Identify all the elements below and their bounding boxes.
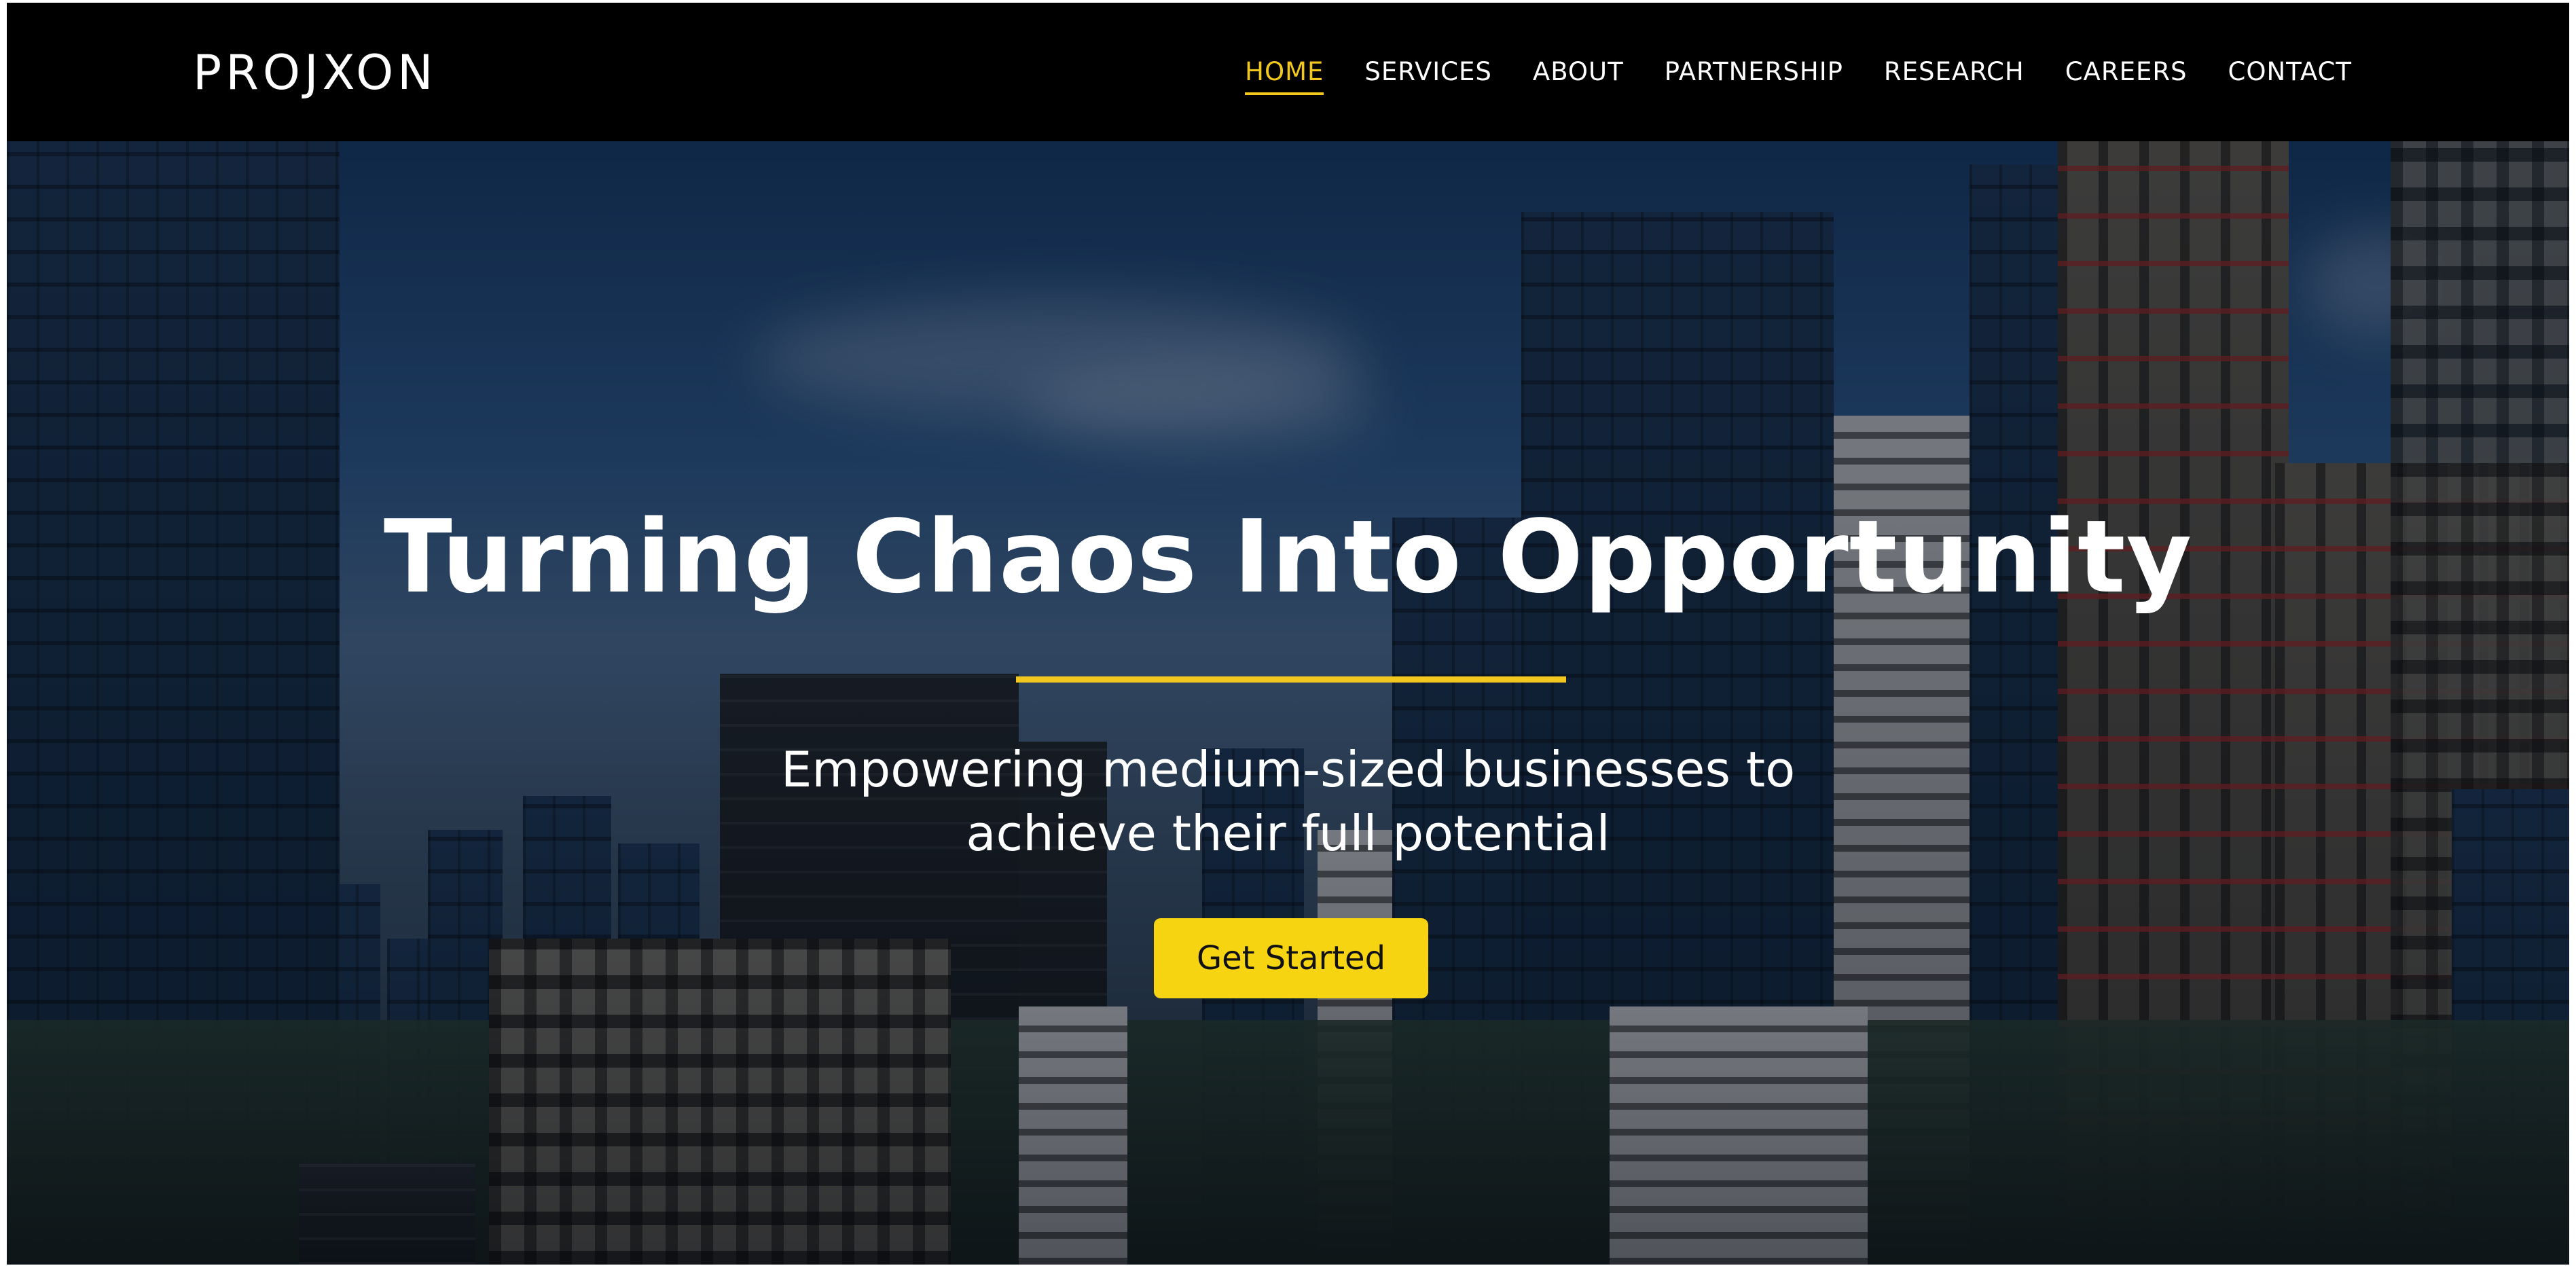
headline-underline-divider [1016, 676, 1566, 683]
nav-item-partnership[interactable]: PARTNERSHIP [1665, 56, 1843, 95]
site-logo[interactable]: PROJXON [193, 45, 437, 101]
hero-headline: Turning Chaos Into Opportunity [383, 498, 2193, 615]
hero-subheadline: Empowering medium-sized businesses to ac… [7, 738, 2569, 865]
subheadline-line-1: Empowering medium-sized businesses to [780, 741, 1796, 798]
nav-item-contact[interactable]: CONTACT [2228, 56, 2352, 95]
nav-item-home[interactable]: HOME [1245, 56, 1324, 95]
nav-item-services[interactable]: SERVICES [1364, 56, 1491, 95]
nav-item-careers[interactable]: CAREERS [2065, 56, 2188, 95]
site-header: PROJXON HOME SERVICES ABOUT PARTNERSHIP … [7, 3, 2569, 141]
nav-item-research[interactable]: RESEARCH [1884, 56, 2025, 95]
main-nav: HOME SERVICES ABOUT PARTNERSHIP RESEARCH… [1245, 56, 2352, 95]
browser-viewport: PROJXON HOME SERVICES ABOUT PARTNERSHIP … [7, 3, 2569, 1265]
hero-content: Turning Chaos Into Opportunity Empowerin… [7, 141, 2569, 1265]
nav-item-about[interactable]: ABOUT [1533, 56, 1624, 95]
hero-section: Turning Chaos Into Opportunity Empowerin… [7, 141, 2569, 1265]
subheadline-line-2: achieve their full potential [966, 805, 1610, 862]
get-started-button[interactable]: Get Started [1154, 918, 1428, 998]
